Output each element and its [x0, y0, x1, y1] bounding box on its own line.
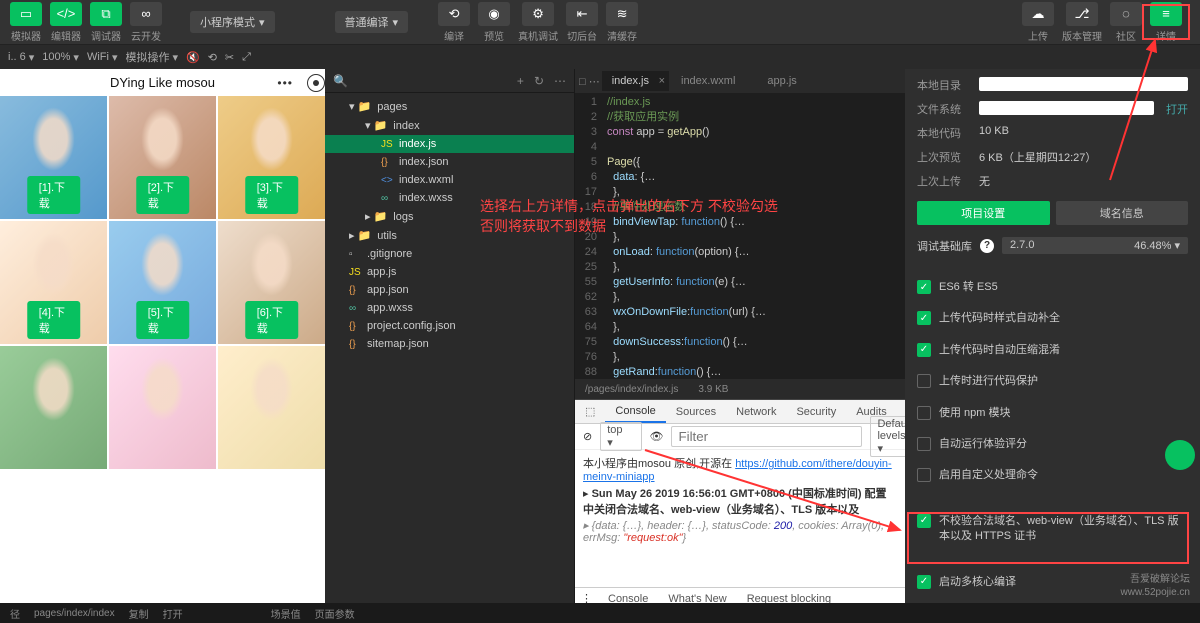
- multicore-checkbox[interactable]: ✓: [917, 575, 931, 589]
- file-index-json[interactable]: {} index.json: [325, 153, 574, 171]
- lib-version-select[interactable]: 2.7.046.48% ▾: [1002, 237, 1188, 254]
- top-toolbar: ▭模拟器 </>编辑器 ⧉调试器 ∞云开发 小程序模式 ▾ 普通编译 ▾ ⟲编译…: [0, 0, 1200, 45]
- mute-icon[interactable]: 🔇: [186, 51, 200, 64]
- more-icon[interactable]: ⋯: [554, 74, 566, 88]
- console-output[interactable]: 本小程序由mosou 原创,开源在 https://github.com/ith…: [575, 450, 905, 587]
- file-project-config[interactable]: {} project.config.json: [325, 317, 574, 335]
- security-tab[interactable]: Security: [786, 402, 846, 422]
- download-button[interactable]: [2].下载: [136, 176, 190, 214]
- copy-link[interactable]: 复制: [129, 606, 149, 621]
- remote-debug-button[interactable]: ⚙: [522, 2, 554, 26]
- debugger-button[interactable]: ⧉: [90, 2, 122, 26]
- editor-tabs: □ ⋯ index.js× index.wxml app.js: [575, 69, 905, 93]
- folder-logs[interactable]: ▸ 📁 logs: [325, 207, 574, 226]
- sources-tab[interactable]: Sources: [666, 402, 726, 422]
- code-editor[interactable]: 123456171819202425556263647576888996 //i…: [575, 93, 905, 379]
- domain-info-tab[interactable]: 域名信息: [1056, 201, 1189, 225]
- upload-button[interactable]: ☁: [1022, 2, 1054, 26]
- folder-pages[interactable]: ▾ 📁 pages: [325, 97, 574, 116]
- page-title: DYing Like mosou: [110, 75, 215, 90]
- file-app-js[interactable]: JS app.js: [325, 263, 574, 281]
- version-button[interactable]: ⎇: [1066, 2, 1098, 26]
- file-index-js[interactable]: JS index.js: [325, 135, 574, 153]
- editor-button[interactable]: </>: [50, 2, 82, 26]
- compile-button[interactable]: ⟲: [438, 2, 470, 26]
- preview-button[interactable]: ◉: [478, 2, 510, 26]
- folder-utils[interactable]: ▸ 📁 utils: [325, 226, 574, 245]
- code-protect-checkbox[interactable]: [917, 374, 931, 388]
- network-tab[interactable]: Network: [726, 402, 786, 422]
- help-icon[interactable]: ?: [980, 239, 994, 253]
- cloud-dev-button[interactable]: ∞: [130, 2, 162, 26]
- add-icon[interactable]: +: [517, 74, 524, 88]
- download-button[interactable]: [3].下载: [245, 176, 299, 214]
- clear-cache-button[interactable]: ≋: [606, 2, 638, 26]
- zoom-select[interactable]: 100% ▾: [42, 51, 79, 64]
- watermark: 吾爱破解论坛 www.52pojie.cn: [1121, 573, 1190, 599]
- floating-action-button[interactable]: [1165, 440, 1195, 470]
- close-mini-icon[interactable]: [307, 74, 325, 92]
- editor-status-bar: /pages/index/index.js3.9 KB: [575, 379, 905, 399]
- download-button[interactable]: [4].下载: [27, 301, 81, 339]
- background-button[interactable]: ⇤: [566, 2, 598, 26]
- project-settings-tab[interactable]: 项目设置: [917, 201, 1050, 225]
- editor-area: □ ⋯ index.js× index.wxml app.js 12345617…: [575, 69, 905, 609]
- compile-select[interactable]: 普通编译 ▾: [335, 11, 409, 33]
- tab-index-js[interactable]: index.js×: [602, 71, 669, 91]
- rotate-icon[interactable]: ⟲: [208, 51, 217, 64]
- file-sitemap[interactable]: {} sitemap.json: [325, 335, 574, 353]
- inspect-icon[interactable]: ⬚: [575, 401, 605, 422]
- line-gutter: 123456171819202425556263647576888996: [575, 93, 603, 379]
- file-gitignore[interactable]: ▫ .gitignore: [325, 245, 574, 263]
- download-button[interactable]: [6].下载: [245, 301, 299, 339]
- compress-checkbox[interactable]: ✓: [917, 343, 931, 357]
- annotation-box: [1142, 4, 1190, 40]
- file-app-json[interactable]: {} app.json: [325, 281, 574, 299]
- filter-input[interactable]: [671, 426, 862, 447]
- simops-select[interactable]: 模拟操作 ▾: [125, 49, 178, 65]
- scope-select[interactable]: top ▾: [600, 422, 641, 451]
- tab-app-js[interactable]: app.js: [757, 71, 816, 91]
- style-complete-checkbox[interactable]: ✓: [917, 311, 931, 325]
- search-icon[interactable]: 🔍: [333, 74, 348, 88]
- refresh-icon[interactable]: ↻: [534, 74, 544, 88]
- npm-checkbox[interactable]: [917, 406, 931, 420]
- tab-index-wxml[interactable]: index.wxml: [671, 71, 755, 91]
- file-index-wxml[interactable]: <> index.wxml: [325, 171, 574, 189]
- download-button[interactable]: [5].下载: [136, 301, 190, 339]
- crop-icon[interactable]: ✂: [225, 51, 234, 64]
- more-icon[interactable]: •••: [277, 76, 293, 90]
- file-index-wxss[interactable]: ∞ index.wxss: [325, 189, 574, 207]
- device-select[interactable]: i.. 6 ▾: [8, 51, 34, 64]
- file-app-wxss[interactable]: ∞ app.wxss: [325, 299, 574, 317]
- folder-index[interactable]: ▾ 📁 index: [325, 116, 574, 135]
- custom-handler-checkbox[interactable]: [917, 468, 931, 482]
- clear-console-icon[interactable]: ⊘: [583, 430, 592, 443]
- annotation-box: [907, 512, 1189, 564]
- network-select[interactable]: WiFi ▾: [87, 51, 118, 64]
- open-link[interactable]: 打开: [1166, 101, 1188, 117]
- simulator-button[interactable]: ▭: [10, 2, 42, 26]
- simulator-panel: DYing Like mosou ••• [1].下载 [2].下载 [3].下…: [0, 69, 325, 609]
- devtools-panel: ⬚ Console Sources Network Security Audit…: [575, 399, 905, 609]
- eye-icon[interactable]: 👁: [650, 430, 664, 443]
- mode-select[interactable]: 小程序模式 ▾: [190, 11, 275, 33]
- popout-icon[interactable]: ⤢: [242, 51, 251, 64]
- simulator-settings-bar: i.. 6 ▾ 100% ▾ WiFi ▾ 模拟操作 ▾ 🔇 ⟲ ✂ ⤢: [0, 45, 1200, 69]
- auto-audit-checkbox[interactable]: [917, 437, 931, 451]
- bottom-status-bar: 径 pages/index/index 复制 打开 场景值 页面参数: [0, 603, 1200, 623]
- console-tab[interactable]: Console: [605, 401, 665, 423]
- open-link[interactable]: 打开: [163, 606, 183, 621]
- community-button[interactable]: ◌: [1110, 2, 1142, 26]
- file-explorer: 🔍 + ↻ ⋯ ▾ 📁 pages ▾ 📁 index JS index.js …: [325, 69, 575, 609]
- es6-checkbox[interactable]: ✓: [917, 280, 931, 294]
- download-button[interactable]: [1].下载: [27, 176, 81, 214]
